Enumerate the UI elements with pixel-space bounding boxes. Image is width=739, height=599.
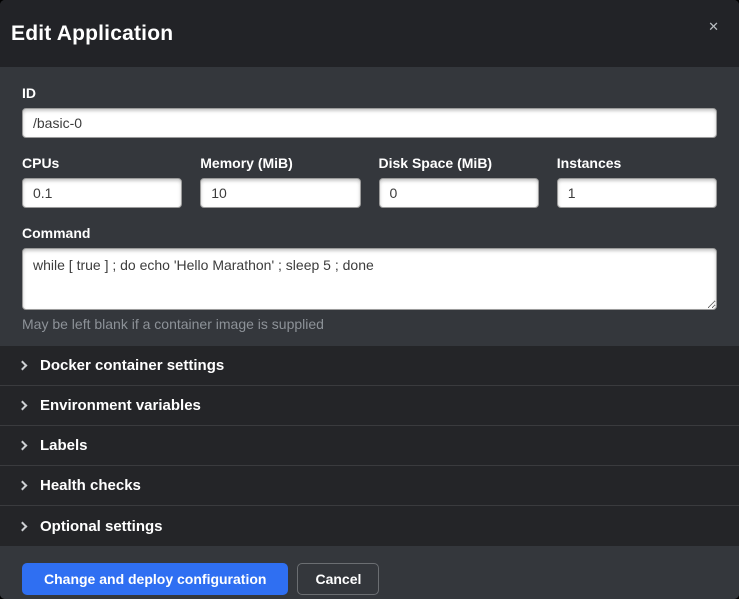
id-input[interactable] — [22, 108, 717, 138]
section-label: Labels — [40, 437, 88, 454]
command-help-text: May be left blank if a container image i… — [22, 316, 717, 332]
chevron-right-icon — [18, 481, 28, 491]
section-label: Health checks — [40, 477, 141, 494]
id-label: ID — [22, 85, 717, 101]
section-label: Optional settings — [40, 518, 163, 535]
cpus-label: CPUs — [22, 155, 182, 171]
close-button[interactable]: ✕ — [704, 16, 723, 37]
instances-input[interactable] — [557, 178, 717, 208]
command-label: Command — [22, 225, 717, 241]
edit-application-modal: Edit Application ✕ ID CPUs Memory (MiB) … — [0, 0, 739, 599]
section-labels[interactable]: Labels — [0, 426, 739, 466]
chevron-right-icon — [18, 361, 28, 371]
section-label: Docker container settings — [40, 357, 224, 374]
cpus-field-group: CPUs — [22, 155, 182, 208]
disk-field-group: Disk Space (MiB) — [379, 155, 539, 208]
instances-field-group: Instances — [557, 155, 717, 208]
command-field-group: Command while [ true ] ; do echo 'Hello … — [22, 225, 717, 332]
section-optional-settings[interactable]: Optional settings — [0, 506, 739, 546]
memory-input[interactable] — [200, 178, 360, 208]
chevron-right-icon — [18, 401, 28, 411]
section-environment-variables[interactable]: Environment variables — [0, 386, 739, 426]
instances-label: Instances — [557, 155, 717, 171]
close-icon: ✕ — [708, 19, 719, 34]
resources-row: CPUs Memory (MiB) Disk Space (MiB) Insta… — [22, 155, 717, 208]
command-input[interactable]: while [ true ] ; do echo 'Hello Marathon… — [22, 248, 717, 310]
change-and-deploy-button[interactable]: Change and deploy configuration — [22, 563, 288, 595]
page-title: Edit Application — [11, 22, 173, 46]
chevron-right-icon — [18, 441, 28, 451]
memory-label: Memory (MiB) — [200, 155, 360, 171]
modal-header: Edit Application ✕ — [0, 0, 739, 67]
modal-footer: Change and deploy configuration Cancel — [0, 546, 739, 599]
section-docker-container-settings[interactable]: Docker container settings — [0, 346, 739, 386]
memory-field-group: Memory (MiB) — [200, 155, 360, 208]
cpus-input[interactable] — [22, 178, 182, 208]
cancel-button[interactable]: Cancel — [297, 563, 379, 595]
section-health-checks[interactable]: Health checks — [0, 466, 739, 506]
chevron-right-icon — [18, 521, 28, 531]
accordion-sections: Docker container settings Environment va… — [0, 346, 739, 546]
disk-input[interactable] — [379, 178, 539, 208]
id-field-group: ID — [22, 85, 717, 138]
disk-label: Disk Space (MiB) — [379, 155, 539, 171]
modal-body: ID CPUs Memory (MiB) Disk Space (MiB) In… — [0, 67, 739, 332]
section-label: Environment variables — [40, 397, 201, 414]
